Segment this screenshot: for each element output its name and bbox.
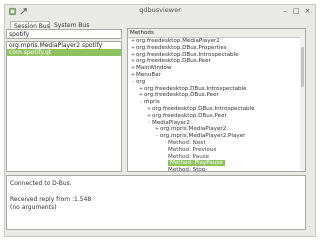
tree-node-label: MainWindow bbox=[136, 65, 172, 72]
tree-node[interactable]: +MenuBar bbox=[128, 72, 305, 79]
tree-node-label: org.mpris.MediaPlayer2.Player bbox=[160, 133, 246, 140]
tree-node[interactable]: +org.freedesktop.DBus.Introspectable bbox=[128, 106, 305, 113]
tree-node-label: org.freedesktop.DBus.Peer bbox=[144, 92, 219, 99]
service-list[interactable]: org.mpris.MediaPlayer2.spotify com.spotif… bbox=[6, 41, 122, 172]
scrollbar-thumb[interactable] bbox=[301, 47, 304, 87]
tree-node[interactable]: +MainWindow bbox=[128, 65, 305, 72]
tree-node-label: org.freedesktop.DBus.Peer bbox=[136, 58, 211, 65]
tree-node[interactable]: +org.freedesktop.DBus.Peer bbox=[128, 58, 305, 65]
tree-node[interactable]: +org.freedesktop.DBus.Introspectable bbox=[128, 52, 305, 59]
tree-node-label: org bbox=[136, 78, 146, 85]
tree-node[interactable]: - org.mpris.MediaPlayer2.Player bbox=[128, 133, 305, 140]
object-tree[interactable]: Methods +org.freedesktop.MediaPlayer2 +or… bbox=[127, 28, 306, 172]
tree-node-label: mpris bbox=[144, 99, 160, 106]
tree-node[interactable]: +org.freedesktop.DBus.Introspectable bbox=[128, 86, 305, 93]
tree-node-label: MenuBar bbox=[136, 71, 161, 78]
tree-node[interactable]: +org.freedesktop.DBus.Properties bbox=[128, 45, 305, 52]
tree-node-label: Method: PlayPause bbox=[168, 160, 225, 167]
maximize-button[interactable]: □ bbox=[292, 7, 301, 15]
tree-method-item[interactable]: Method: Stop bbox=[128, 167, 305, 172]
window-title: qdbusviewer bbox=[139, 6, 181, 14]
service-item[interactable]: org.mpris.MediaPlayer2.spotify bbox=[7, 42, 121, 49]
tree-node[interactable]: - MediaPlayer2 bbox=[128, 120, 305, 127]
tree-node[interactable]: - org bbox=[128, 79, 305, 86]
services-panel: org.mpris.MediaPlayer2.spotifycom.spotif… bbox=[6, 29, 122, 172]
tree-node-label: MediaPlayer2 bbox=[152, 119, 190, 126]
window-controls: – □ × bbox=[281, 7, 312, 15]
tree-node[interactable]: +org.freedesktop.DBus.Peer bbox=[128, 92, 305, 99]
log-line: (no arguments) bbox=[10, 204, 57, 211]
close-button[interactable]: × bbox=[303, 7, 312, 15]
service-filter-input[interactable] bbox=[6, 29, 122, 39]
tree-node-label: Method: Next bbox=[168, 139, 206, 146]
tree-method-item[interactable]: Method: Pause bbox=[128, 154, 305, 161]
tree-node-label: Method: Previous bbox=[168, 146, 217, 153]
tree-node-label: Method: Stop bbox=[168, 167, 206, 172]
tree-node-label: org.freedesktop.DBus.Introspectable bbox=[144, 85, 247, 92]
tree-method-item[interactable]: Method: PlayPause bbox=[128, 160, 305, 167]
tree-node-label: org.freedesktop.MediaPlayer2 bbox=[136, 38, 220, 44]
tree-node-label: Method: Pause bbox=[168, 153, 210, 160]
tree-node[interactable]: - mpris bbox=[128, 99, 305, 106]
log-output: Connected to D-Bus. Received reply from … bbox=[6, 175, 306, 230]
log-line: Connected to D-Bus. bbox=[10, 180, 72, 187]
tree-method-item[interactable]: Method: Previous bbox=[128, 147, 305, 154]
tree-node[interactable]: +org.mpris.MediaPlayer2 bbox=[128, 126, 305, 133]
service-item[interactable]: com.spotify.qt bbox=[7, 49, 121, 56]
tree-body: +org.freedesktop.MediaPlayer2 +org.freede… bbox=[128, 38, 305, 172]
log-line: Received reply from :1.548 bbox=[10, 196, 92, 203]
minimize-button[interactable]: – bbox=[281, 7, 290, 15]
title-bar: qdbusviewer – □ × bbox=[5, 5, 315, 19]
tree-method-item[interactable]: Method: Next bbox=[128, 140, 305, 147]
tree-node-label: org.freedesktop.DBus.Peer bbox=[152, 112, 227, 119]
tree-node-label: org.mpris.MediaPlayer2 bbox=[160, 126, 227, 133]
tree-scrollbar[interactable] bbox=[300, 37, 305, 171]
tree-header: Methods bbox=[128, 29, 305, 38]
tree-node-label: org.freedesktop.DBus.Introspectable bbox=[152, 105, 255, 112]
tree-node-label: org.freedesktop.DBus.Properties bbox=[136, 44, 227, 51]
tree-node[interactable]: +org.freedesktop.MediaPlayer2 bbox=[128, 38, 305, 45]
tree-node[interactable]: +org.freedesktop.DBus.Peer bbox=[128, 113, 305, 120]
tree-node-label: org.freedesktop.DBus.Introspectable bbox=[136, 51, 239, 58]
